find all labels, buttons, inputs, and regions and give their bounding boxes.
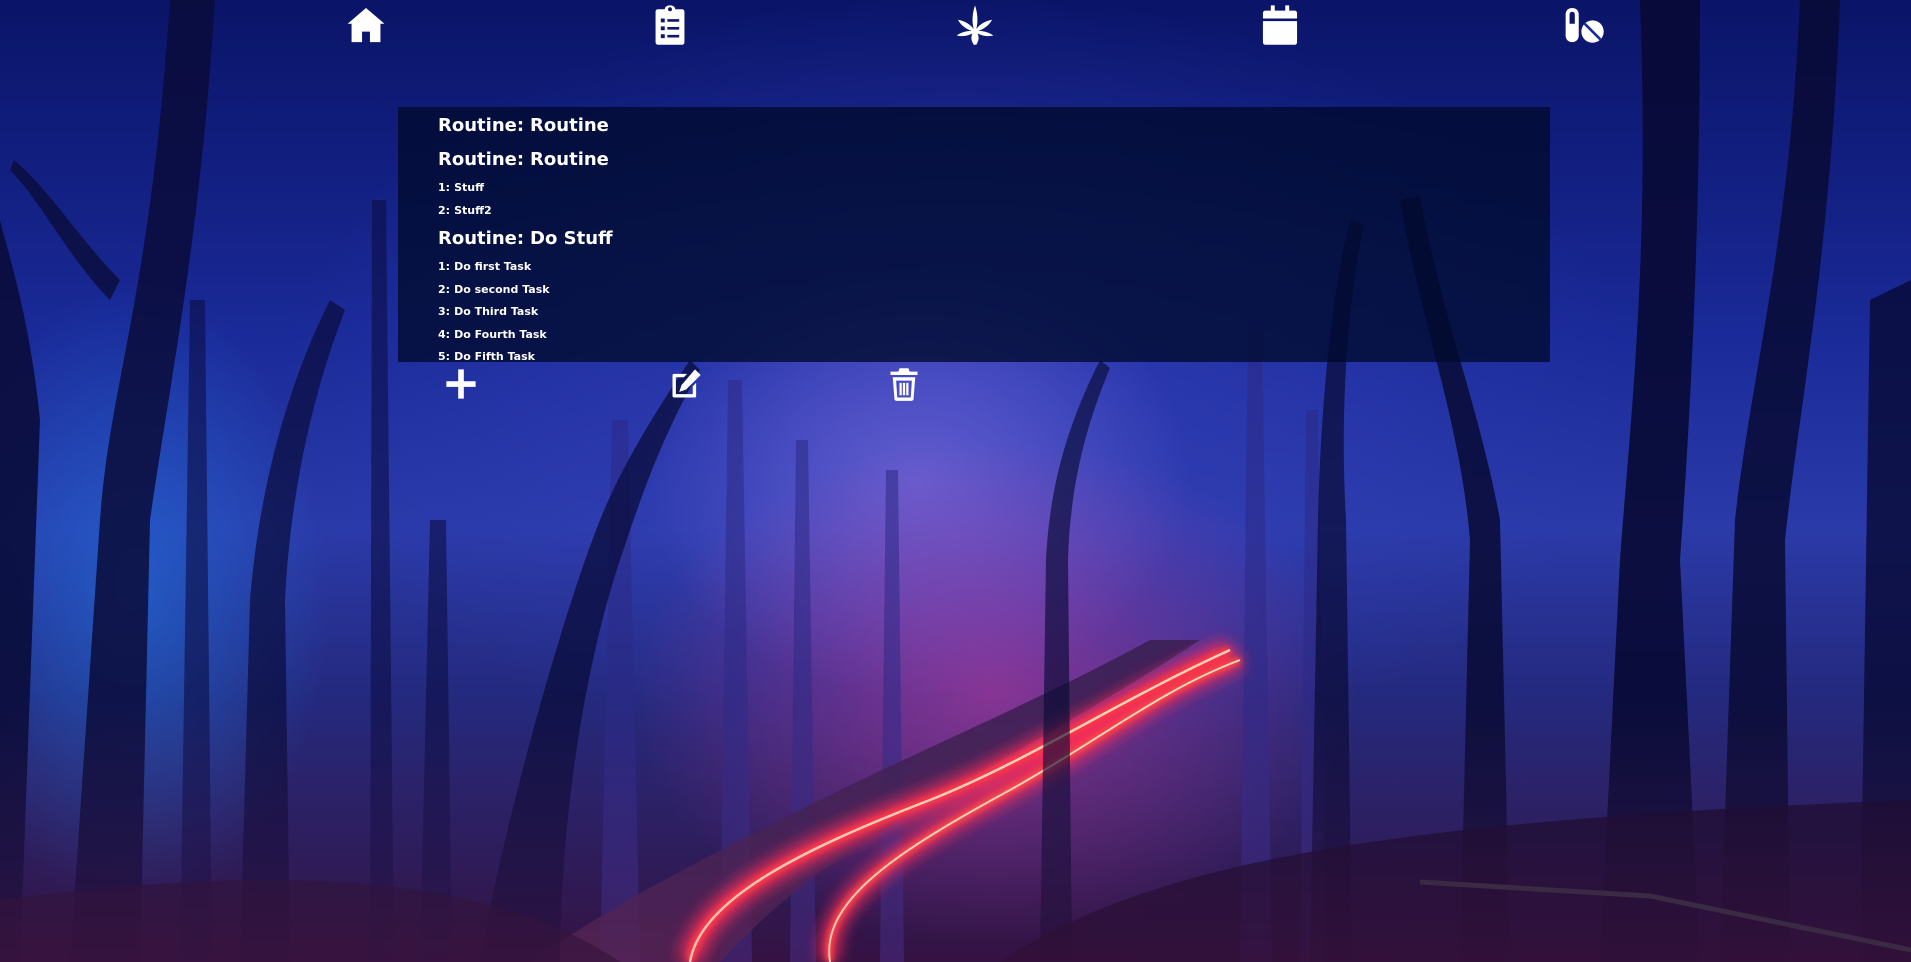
cannabis-leaf-icon: [956, 5, 994, 45]
nav-cannabis-icon[interactable]: [953, 3, 997, 47]
task-item[interactable]: 2: Do second Task: [438, 279, 1550, 302]
home-icon: [347, 7, 385, 43]
routine-title: Routine: Routine: [438, 143, 1550, 177]
nav-calendar-icon[interactable]: [1258, 3, 1302, 47]
task-item[interactable]: 1: Stuff: [438, 177, 1550, 200]
task-text: Stuff: [454, 181, 484, 194]
routine-name: Routine: [530, 115, 609, 136]
task-item[interactable]: 4: Do Fourth Task: [438, 324, 1550, 347]
task-item[interactable]: 2: Stuff2: [438, 200, 1550, 223]
nav-home-icon[interactable]: [344, 3, 388, 47]
task-number: 3:: [438, 305, 451, 318]
task-text: Do Third Task: [454, 305, 539, 318]
task-text: Do second Task: [454, 282, 550, 296]
task-number: 1:: [438, 181, 451, 194]
routine-block[interactable]: Routine: Do Stuff 1: Do first Task 2: Do seco…: [438, 222, 1550, 369]
plus-icon: [446, 369, 476, 399]
task-item[interactable]: 3: Do Third Task: [438, 301, 1550, 324]
routine-title-prefix: Routine:: [438, 228, 525, 249]
clipboard-list-icon: [655, 5, 685, 45]
edit-routine-button[interactable]: [666, 364, 706, 404]
task-list: 1: Stuff 2: Stuff2: [438, 177, 1550, 222]
routines-panel: Routine: Routine Routine: Routine 1: Stuff 2: S…: [398, 107, 1550, 363]
routine-block[interactable]: Routine: Routine: [438, 109, 1550, 143]
task-number: 1:: [438, 260, 451, 273]
edit-icon: [672, 369, 701, 398]
routine-block[interactable]: Routine: Routine 1: Stuff 2: Stuff2: [438, 143, 1550, 222]
add-routine-button[interactable]: [441, 364, 481, 404]
nav-medication-icon[interactable]: [1562, 3, 1606, 47]
trash-icon: [890, 368, 918, 401]
routine-title-prefix: Routine:: [438, 149, 525, 170]
delete-routine-button[interactable]: [884, 364, 924, 404]
nav-routines-icon[interactable]: [648, 3, 692, 47]
task-number: 4:: [438, 327, 451, 341]
task-list: 1: Do first Task 2: Do second Task 3: Do Thir…: [438, 256, 1550, 369]
task-text: Do first Task: [454, 260, 532, 273]
top-navigation: [0, 0, 1911, 52]
routine-actions-toolbar: [0, 360, 1911, 408]
task-number: 2:: [438, 203, 451, 217]
routine-name: Routine: [530, 149, 609, 170]
task-item[interactable]: 1: Do first Task: [438, 256, 1550, 279]
app-background: Routine: Routine Routine: Routine 1: Stuff 2: S…: [0, 0, 1911, 962]
task-number: 2:: [438, 282, 451, 296]
routine-title: Routine: Do Stuff: [438, 222, 1550, 256]
routine-title-prefix: Routine:: [438, 115, 525, 136]
task-text: Stuff2: [454, 203, 492, 217]
pills-icon: [1565, 7, 1604, 43]
routine-name: Do Stuff: [530, 228, 613, 249]
calendar-icon: [1262, 5, 1298, 45]
task-text: Do Fourth Task: [454, 327, 547, 341]
routine-title: Routine: Routine: [438, 109, 1550, 143]
